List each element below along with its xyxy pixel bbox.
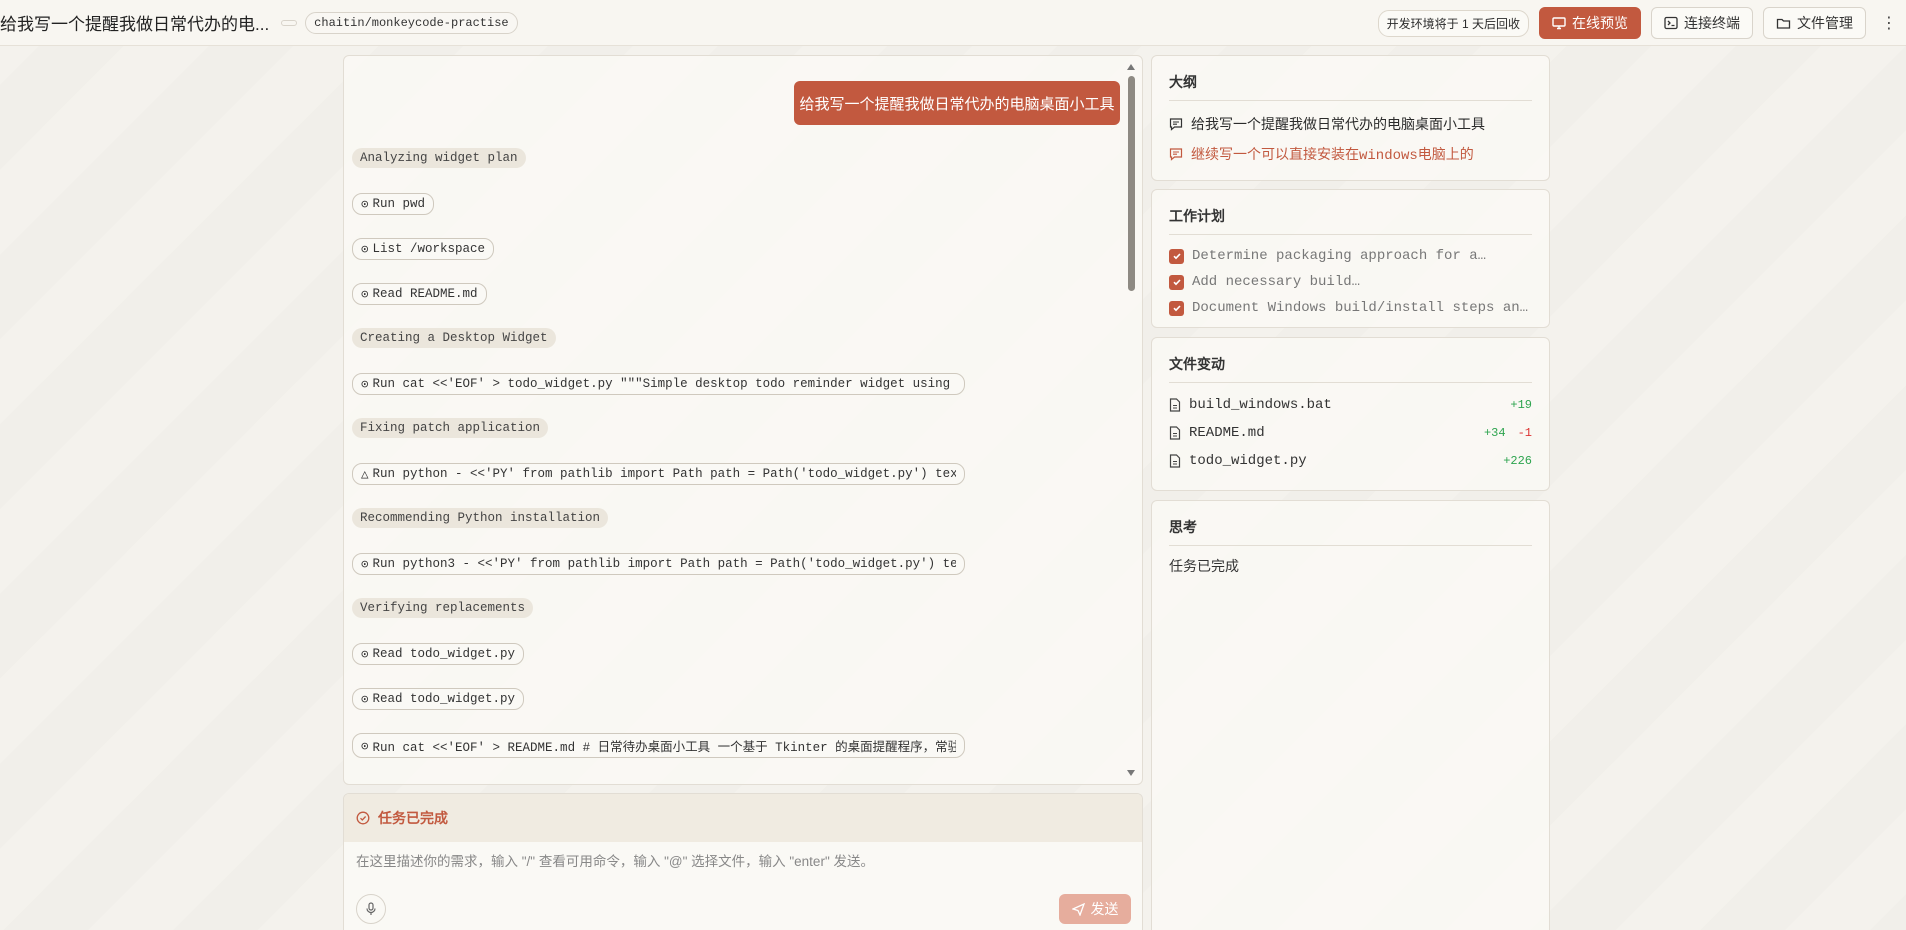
check-circle-icon: ⊙ [361, 243, 369, 257]
checkbox-checked-icon[interactable] [1169, 248, 1184, 264]
check-circle-icon: ⊙ [361, 693, 369, 707]
empty-tag [281, 19, 298, 26]
tool-call-pill[interactable]: ⊙ Read README.md [352, 283, 487, 305]
preview-label: 在线预览 [1572, 15, 1628, 31]
check-circle-icon: ⊙ [361, 378, 369, 392]
send-button[interactable]: 发送 [1059, 894, 1131, 924]
tool-call-pill[interactable]: ⊙ List /workspace [352, 238, 495, 260]
send-icon [1071, 902, 1085, 916]
stage-label: Creating a Desktop Widget [352, 328, 556, 348]
stage-label: Fixing patch application [352, 418, 549, 438]
terminal-icon [1664, 16, 1678, 30]
scroll-thumb[interactable] [1128, 76, 1135, 291]
file-change-item[interactable]: README.md +34 -1 [1169, 419, 1532, 447]
work-plan-title: 工作计划 [1169, 190, 1532, 235]
file-manager-button[interactable]: 文件管理 [1763, 7, 1866, 39]
tool-call-pill[interactable]: ⊙ Run cat <<'EOF' > todo_widget.py """Sim… [352, 373, 965, 395]
file-icon [1169, 398, 1181, 412]
task-status-bar: 任务已完成 [344, 794, 1142, 842]
header-actions: 开发环境将于 1 天后回收 在线预览 连接终端 文件管理 ⋮ [1377, 0, 1906, 46]
plan-item[interactable]: Determine packaging approach for a… [1169, 243, 1532, 269]
thinking-title: 思考 [1169, 501, 1532, 546]
file-change-item[interactable]: todo_widget.py +226 [1169, 447, 1532, 475]
env-notice-badge: 开发环境将于 1 天后回收 [1377, 9, 1529, 37]
terminal-button[interactable]: 连接终端 [1651, 7, 1753, 39]
file-icon [1169, 426, 1181, 440]
outline-item[interactable]: 给我写一个提醒我做日常代办的电脑桌面小工具 [1169, 109, 1532, 139]
tool-call-pill[interactable]: ⊙ Read todo_widget.py [352, 688, 525, 710]
more-menu-icon[interactable]: ⋮ [1876, 13, 1902, 33]
tool-call-pill[interactable]: ⊙ Run python3 - <<'PY' from pathlib impor… [352, 553, 965, 575]
warning-icon: △ [361, 468, 369, 482]
scroll-down-arrow-icon[interactable] [1127, 770, 1135, 776]
checkbox-checked-icon[interactable] [1169, 300, 1184, 316]
scroll-up-arrow-icon[interactable] [1127, 64, 1135, 70]
outline-item-active[interactable]: 继续写一个可以直接安装在windows电脑上的 [1169, 139, 1532, 169]
outline-title: 大纲 [1169, 56, 1532, 101]
plan-item[interactable]: Document Windows build/install steps an… [1169, 295, 1532, 321]
file-changes-title: 文件变动 [1169, 338, 1532, 383]
stage-label: Verifying replacements [352, 598, 534, 618]
page-title: 给我写一个提醒我做日常代办的电... [0, 15, 270, 34]
file-change-item[interactable]: build_windows.bat +19 [1169, 391, 1532, 419]
microphone-icon [366, 902, 376, 915]
chat-panel[interactable]: 给我写一个提醒我做日常代办的电脑桌面小工具 Analyzing widget p… [343, 55, 1143, 785]
tool-call-pill[interactable]: ⊙ Run cat <<'EOF' > README.md # 日常待办桌面小工具… [352, 733, 965, 758]
check-circle-icon: ⊙ [361, 558, 369, 572]
terminal-label: 连接终端 [1684, 15, 1740, 31]
stage-label: Analyzing widget plan [352, 148, 526, 168]
file-manager-label: 文件管理 [1797, 15, 1853, 31]
monitor-icon [1552, 17, 1566, 30]
file-icon [1169, 454, 1181, 468]
message-icon [1169, 148, 1183, 161]
work-plan-card: 工作计划 Determine packaging approach for a…… [1151, 189, 1550, 328]
check-circle-icon [356, 811, 370, 825]
prompt-input[interactable] [356, 854, 1126, 869]
tool-call-pill[interactable]: ⊙ Read todo_widget.py [352, 643, 525, 665]
file-changes-card: 文件变动 build_windows.bat +19 README.md +34… [1151, 337, 1550, 491]
check-circle-icon: ⊙ [361, 288, 369, 302]
preview-button[interactable]: 在线预览 [1539, 7, 1641, 39]
chat-scrollbar[interactable] [1127, 58, 1139, 782]
check-circle-icon: ⊙ [361, 648, 369, 662]
stage-label: Recommending Python installation [352, 508, 609, 528]
task-status-text: 任务已完成 [378, 810, 448, 826]
top-header: 给我写一个提醒我做日常代办的电... chaitin/monkeycode-pr… [0, 0, 1906, 46]
outline-card: 大纲 给我写一个提醒我做日常代办的电脑桌面小工具 继续写一个可以直接安装在win… [1151, 55, 1550, 181]
check-circle-icon: ⊙ [361, 198, 369, 212]
send-label: 发送 [1090, 901, 1119, 917]
microphone-button[interactable] [356, 894, 386, 924]
tool-call-pill[interactable]: △ Run python - <<'PY' from pathlib import… [352, 463, 965, 485]
check-circle-icon: ⊙ [361, 739, 369, 754]
user-message: 给我写一个提醒我做日常代办的电脑桌面小工具 [794, 81, 1120, 125]
plan-item[interactable]: Add necessary build… [1169, 269, 1532, 295]
repo-tag[interactable]: chaitin/monkeycode-practise [305, 11, 518, 34]
tool-call-pill[interactable]: ⊙ Run pwd [352, 193, 435, 215]
message-icon [1169, 118, 1183, 131]
checkbox-checked-icon[interactable] [1169, 274, 1184, 290]
thinking-text: 任务已完成 [1169, 558, 1239, 574]
folder-icon [1776, 18, 1791, 29]
thinking-card: 思考 任务已完成 [1151, 500, 1550, 930]
input-panel: 任务已完成 发送 [343, 793, 1143, 930]
